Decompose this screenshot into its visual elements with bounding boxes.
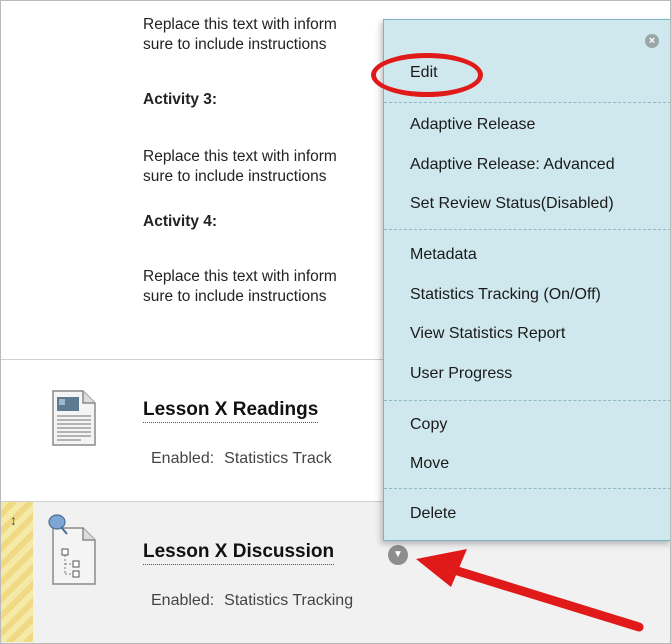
meta-value: Statistics Tracking [224, 592, 354, 609]
activity-heading: Activity 3: [143, 91, 218, 108]
menu-separator [384, 400, 670, 401]
menu-item-statistics-tracking[interactable]: Statistics Tracking (On/Off) [410, 286, 601, 304]
item-title-link[interactable]: Lesson X Readings [143, 399, 319, 423]
menu-item-adaptive-release[interactable]: Adaptive Release [410, 116, 535, 134]
context-menu: × Edit Adaptive Release Adaptive Release… [383, 19, 670, 541]
annotation-circle [371, 53, 483, 97]
menu-item-metadata[interactable]: Metadata [410, 246, 477, 264]
menu-item-adaptive-release-advanced[interactable]: Adaptive Release: Advanced [410, 156, 615, 174]
paragraph-line: sure to include instructions [143, 168, 327, 185]
menu-item-delete[interactable]: Delete [410, 505, 456, 523]
menu-separator [384, 102, 670, 103]
drag-arrows-icon: ↕ [10, 512, 17, 528]
paragraph-line: sure to include instructions [143, 288, 327, 305]
paragraph-line: Replace this text with inform [143, 16, 337, 33]
menu-item-copy[interactable]: Copy [410, 416, 447, 434]
item-title-link[interactable]: Lesson X Discussion [143, 541, 335, 565]
close-icon[interactable]: × [645, 34, 659, 48]
content-area: Replace this text with inform sure to in… [0, 0, 671, 644]
item-meta: Enabled: Statistics Track [151, 450, 332, 468]
activity-heading: Activity 4: [143, 213, 218, 230]
drag-handle[interactable]: ↕ [1, 502, 33, 642]
meta-label: Enabled: [151, 450, 215, 467]
menu-item-set-review-status[interactable]: Set Review Status(Disabled) [410, 195, 614, 213]
paragraph-line: Replace this text with inform [143, 148, 337, 165]
document-icon [51, 389, 97, 452]
meta-value: Statistics Track [224, 450, 332, 467]
meta-label: Enabled: [151, 592, 215, 609]
paragraph-line: sure to include instructions [143, 36, 327, 53]
context-menu-chevron-icon[interactable]: ▼ [388, 545, 408, 565]
annotation-arrow-icon [416, 549, 644, 632]
menu-separator [384, 488, 670, 489]
menu-item-view-statistics-report[interactable]: View Statistics Report [410, 325, 565, 343]
menu-item-user-progress[interactable]: User Progress [410, 365, 512, 383]
item-meta: Enabled: Statistics Tracking [151, 592, 353, 610]
paragraph-line: Replace this text with inform [143, 268, 337, 285]
discussion-icon [45, 512, 99, 591]
menu-item-move[interactable]: Move [410, 455, 449, 473]
menu-separator [384, 229, 670, 230]
